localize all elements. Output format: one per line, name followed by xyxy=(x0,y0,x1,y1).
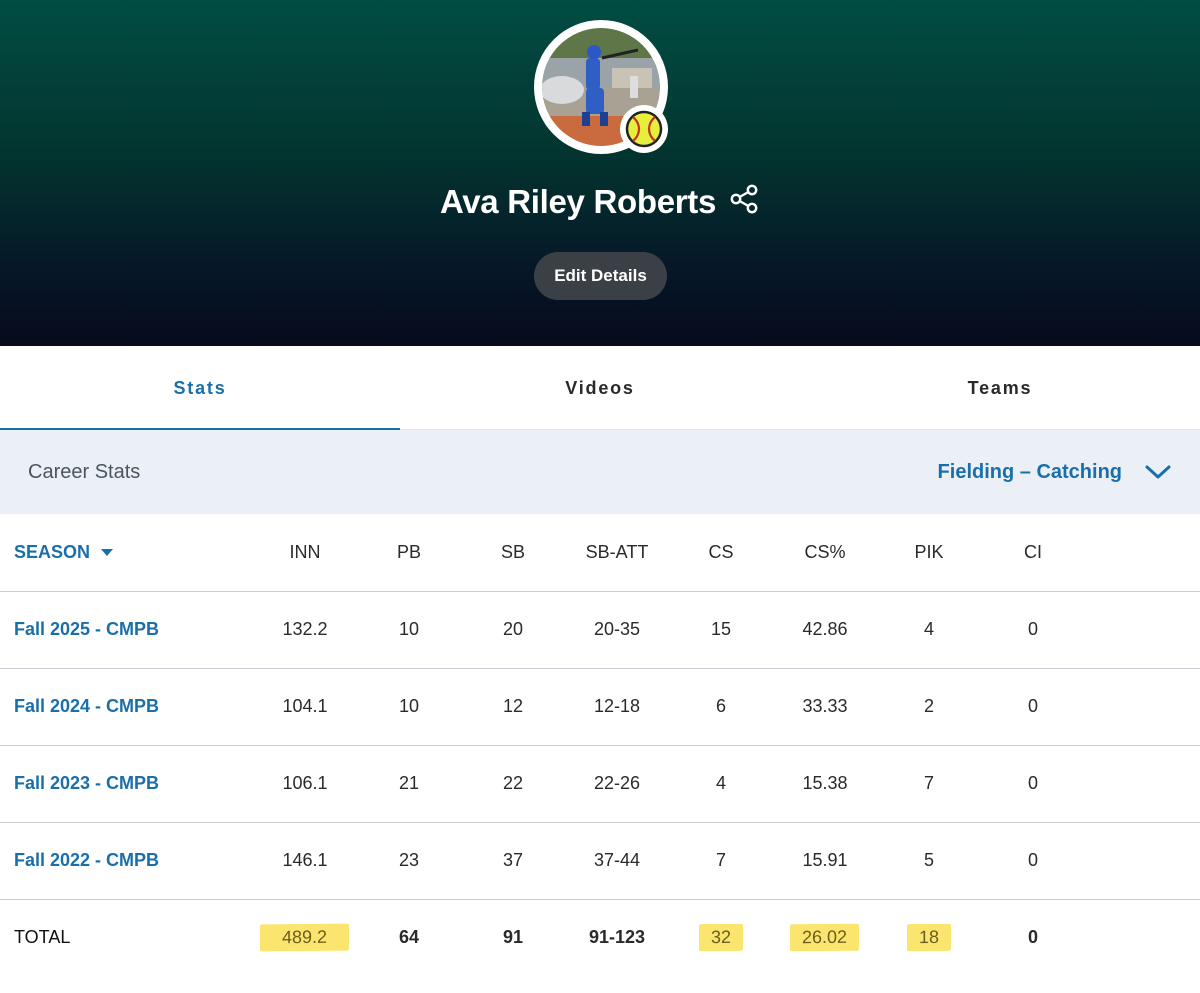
table-row: Fall 2024 - CMPB 104.1 10 12 12-18 6 33.… xyxy=(0,668,1200,746)
total-cell: 18 xyxy=(877,899,981,976)
row-spacer xyxy=(1085,591,1200,669)
column-header-inn[interactable]: INN xyxy=(253,514,357,592)
highlighted-value: 18 xyxy=(906,924,952,952)
stats-table: SEASON INN PB SB SB-ATT CS CS% PIK CI Fa… xyxy=(0,514,1200,976)
stat-cell: 22 xyxy=(461,745,565,823)
season-link[interactable]: Fall 2023 - CMPB xyxy=(0,745,253,823)
stat-cell: 0 xyxy=(981,745,1085,823)
total-cell: 91 xyxy=(502,927,524,948)
season-link[interactable]: Fall 2022 - CMPB xyxy=(0,822,253,900)
table-row: Fall 2022 - CMPB 146.1 23 37 37-44 7 15.… xyxy=(0,822,1200,900)
caret-down-icon xyxy=(101,549,114,557)
stat-cell: 12-18 xyxy=(565,668,669,746)
stat-cell: 7 xyxy=(877,745,981,823)
softball-icon xyxy=(625,110,663,148)
column-spacer xyxy=(1085,514,1200,592)
stat-cell: 146.1 xyxy=(253,822,357,900)
season-link[interactable]: Fall 2024 - CMPB xyxy=(0,668,253,746)
column-header-pb[interactable]: PB xyxy=(357,514,461,592)
stat-cell: 15.91 xyxy=(773,822,877,900)
total-label: TOTAL xyxy=(0,899,253,976)
total-cell: 489.2 xyxy=(253,899,357,976)
career-stats-title: Career Stats xyxy=(28,460,141,483)
highlighted-value: 32 xyxy=(698,924,744,952)
column-header-pik[interactable]: PIK xyxy=(877,514,981,592)
player-name-row: Ava Riley Roberts xyxy=(0,180,1200,224)
stat-cell: 22-26 xyxy=(565,745,669,823)
season-header-label: SEASON xyxy=(14,541,91,562)
row-spacer xyxy=(1085,899,1200,976)
column-header-sb[interactable]: SB xyxy=(461,514,565,592)
stat-cell: 0 xyxy=(981,668,1085,746)
stat-cell: 10 xyxy=(357,591,461,669)
total-cell: 26.02 xyxy=(773,899,877,976)
stat-cell: 106.1 xyxy=(253,745,357,823)
stat-cell: 6 xyxy=(669,668,773,746)
stat-category-dropdown[interactable]: Fielding – Catching xyxy=(938,461,1172,484)
stat-cell: 15.38 xyxy=(773,745,877,823)
stat-cell: 37 xyxy=(461,822,565,900)
stat-category-label: Fielding – Catching xyxy=(937,460,1122,483)
stat-cell: 20-35 xyxy=(565,591,669,669)
column-header-ci[interactable]: CI xyxy=(981,514,1085,592)
tab-stats[interactable]: Stats xyxy=(0,346,400,431)
career-stats-bar: Career Stats Fielding – Catching xyxy=(0,430,1200,514)
row-spacer xyxy=(1085,668,1200,746)
tab-videos[interactable]: Videos xyxy=(400,346,800,430)
stat-cell: 23 xyxy=(357,822,461,900)
table-row: Fall 2023 - CMPB 106.1 21 22 22-26 4 15.… xyxy=(0,745,1200,823)
stat-cell: 21 xyxy=(357,745,461,823)
softball-badge xyxy=(620,105,668,153)
season-link[interactable]: Fall 2025 - CMPB xyxy=(0,591,253,669)
table-row: Fall 2025 - CMPB 132.2 10 20 20-35 15 42… xyxy=(0,591,1200,669)
stat-cell: 37-44 xyxy=(565,822,669,900)
stat-cell: 7 xyxy=(669,822,773,900)
profile-header: Ava Riley Roberts Edit Details xyxy=(0,0,1200,346)
highlighted-value: 489.2 xyxy=(260,923,350,952)
total-cell: 0 xyxy=(1027,927,1038,948)
stat-cell: 5 xyxy=(877,822,981,900)
stat-cell: 0 xyxy=(981,591,1085,669)
highlighted-value: 26.02 xyxy=(790,923,860,952)
total-row: TOTAL 489.2 64 91 91-123 32 26.02 18 0 xyxy=(0,899,1200,976)
stat-cell: 4 xyxy=(877,591,981,669)
stat-cell: 15 xyxy=(669,591,773,669)
stat-cell: 4 xyxy=(669,745,773,823)
edit-details-button[interactable]: Edit Details xyxy=(534,252,667,300)
chevron-down-icon xyxy=(1145,465,1171,479)
total-cell: 91-123 xyxy=(588,927,646,948)
total-cell: 64 xyxy=(398,927,420,948)
profile-tabs: Stats Videos Teams xyxy=(0,346,1200,431)
table-header-row: SEASON INN PB SB SB-ATT CS CS% PIK CI xyxy=(0,514,1200,592)
player-name: Ava Riley Roberts xyxy=(439,183,717,220)
share-icon[interactable] xyxy=(728,183,760,215)
column-header-cs[interactable]: CS xyxy=(669,514,773,592)
column-header-cs-pct[interactable]: CS% xyxy=(773,514,877,592)
stat-cell: 20 xyxy=(461,591,565,669)
stat-cell: 132.2 xyxy=(253,591,357,669)
stat-cell: 12 xyxy=(461,668,565,746)
tab-teams[interactable]: Teams xyxy=(800,346,1200,430)
stat-cell: 42.86 xyxy=(773,591,877,669)
season-sort-header[interactable]: SEASON xyxy=(0,514,253,592)
stat-cell: 104.1 xyxy=(253,668,357,746)
stat-cell: 10 xyxy=(357,668,461,746)
stat-cell: 33.33 xyxy=(773,668,877,746)
row-spacer xyxy=(1085,745,1200,823)
column-header-sb-att[interactable]: SB-ATT xyxy=(565,514,669,592)
stat-cell: 2 xyxy=(877,668,981,746)
stat-cell: 0 xyxy=(981,822,1085,900)
row-spacer xyxy=(1085,822,1200,900)
total-cell: 32 xyxy=(669,899,773,976)
